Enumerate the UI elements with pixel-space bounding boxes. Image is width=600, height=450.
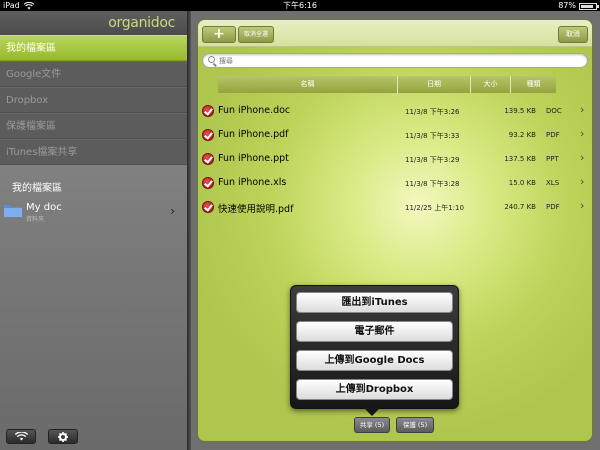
sidebar-item-my-files[interactable]: 我的檔案區 (0, 35, 187, 61)
folder-subtitle: 資料夾 (26, 216, 45, 223)
file-date: 11/3/8 下午3:33 (405, 132, 460, 140)
search-input[interactable] (219, 55, 579, 66)
status-bar: iPad 下午6:16 87% (0, 0, 600, 11)
file-size: 93.2 KB (508, 131, 536, 139)
chevron-right-icon[interactable]: › (580, 103, 584, 116)
status-time: 下午6:16 (283, 1, 317, 10)
table-header: 名稱 日期 大小 種類 (218, 76, 576, 93)
cancel-button[interactable]: 取消 (558, 26, 588, 43)
check-icon[interactable] (202, 177, 214, 189)
file-name: Fun iPhone.doc (218, 105, 291, 116)
file-date: 11/2/25 上午1:10 (405, 204, 464, 212)
sidebar-item-label: 我的檔案區 (6, 43, 56, 54)
file-type: PPT (546, 155, 559, 163)
sidebar: organidoc 我的檔案區 Google文件 Dropbox 保護檔案區 i… (0, 11, 187, 450)
panel-toolbar: + 取消全選 取消 (198, 20, 592, 47)
file-name: Fun iPhone.ppt (218, 153, 289, 164)
column-header-name[interactable]: 名稱 (218, 76, 398, 93)
folder-icon (4, 205, 22, 217)
folder-section-title: 我的檔案區 (12, 183, 62, 194)
chevron-right-icon: › (170, 204, 175, 218)
sidebar-item-label: Google文件 (6, 69, 62, 80)
popover-arrow (364, 408, 380, 416)
deselect-all-button[interactable]: 取消全選 (238, 26, 274, 43)
wifi-share-button[interactable] (6, 429, 36, 444)
table-row[interactable]: Fun iPhone.ppt 11/3/8 下午3:29 137.5 KB PP… (202, 148, 590, 172)
share-popover: 匯出到iTunes 電子郵件 上傳到Google Docs 上傳到Dropbox (290, 285, 459, 409)
check-icon[interactable] (202, 201, 214, 213)
battery-icon (579, 3, 599, 10)
folder-row[interactable]: My doc 資料夾 › (0, 200, 187, 226)
chevron-right-icon[interactable]: › (580, 175, 584, 188)
chevron-right-icon[interactable]: › (580, 127, 584, 140)
file-name: 快速使用說明.pdf (218, 204, 294, 215)
file-type: DOC (546, 107, 562, 115)
file-type: XLS (546, 179, 560, 187)
email-button[interactable]: 電子郵件 (296, 321, 453, 342)
file-name: Fun iPhone.xls (218, 177, 287, 188)
search-icon (208, 56, 215, 63)
sidebar-item-itunes-sharing[interactable]: iTunes檔案共享 (0, 139, 187, 165)
sidebar-header: organidoc (0, 11, 187, 35)
file-type: PDF (546, 131, 560, 139)
battery-percent: 87% (558, 1, 576, 10)
table-row[interactable]: 快速使用說明.pdf 11/2/25 上午1:10 240.7 KB PDF › (202, 196, 590, 220)
share-button[interactable]: 共享 (5) (354, 417, 390, 433)
file-size: 240.7 KB (504, 203, 536, 211)
column-header-size[interactable]: 大小 (471, 76, 511, 93)
table-row[interactable]: Fun iPhone.xls 11/3/8 下午3:28 15.0 KB XLS… (202, 172, 590, 196)
wifi-icon (14, 432, 28, 441)
sidebar-item-dropbox[interactable]: Dropbox (0, 87, 187, 113)
column-header-date[interactable]: 日期 (398, 76, 471, 93)
file-size: 139.5 KB (504, 107, 536, 115)
add-button[interactable]: + (202, 26, 236, 43)
table-row[interactable]: Fun iPhone.doc 11/3/8 下午3:26 139.5 KB DO… (202, 100, 590, 124)
search-bar (202, 53, 588, 68)
sidebar-item-google-docs[interactable]: Google文件 (0, 61, 187, 87)
chevron-right-icon[interactable]: › (580, 199, 584, 212)
file-type: PDF (546, 203, 560, 211)
sidebar-item-label: iTunes檔案共享 (6, 147, 78, 158)
sidebar-item-label: Dropbox (6, 95, 49, 106)
sidebar-item-protected[interactable]: 保護檔案區 (0, 113, 187, 139)
upload-dropbox-button[interactable]: 上傳到Dropbox (296, 379, 453, 400)
folder-name: My doc (26, 202, 62, 213)
sidebar-item-label: 保護檔案區 (6, 121, 56, 132)
file-size: 15.0 KB (508, 179, 536, 187)
export-itunes-button[interactable]: 匯出到iTunes (296, 292, 453, 313)
file-date: 11/3/8 下午3:26 (405, 108, 460, 116)
protect-button[interactable]: 保護 (5) (396, 417, 434, 433)
file-size: 137.5 KB (504, 155, 536, 163)
sidebar-menu: 我的檔案區 Google文件 Dropbox 保護檔案區 iTunes檔案共享 (0, 35, 187, 165)
table-row[interactable]: Fun iPhone.pdf 11/3/8 下午3:33 93.2 KB PDF… (202, 124, 590, 148)
upload-google-docs-button[interactable]: 上傳到Google Docs (296, 350, 453, 371)
settings-button[interactable] (48, 429, 78, 444)
app-logo: organidoc (108, 15, 175, 31)
gear-icon (58, 431, 68, 442)
check-icon[interactable] (202, 105, 214, 117)
file-date: 11/3/8 下午3:29 (405, 156, 460, 164)
check-icon[interactable] (202, 129, 214, 141)
check-icon[interactable] (202, 153, 214, 165)
file-date: 11/3/8 下午3:28 (405, 180, 460, 188)
column-header-type[interactable]: 種類 (511, 76, 556, 93)
chevron-right-icon[interactable]: › (580, 151, 584, 164)
file-name: Fun iPhone.pdf (218, 129, 289, 140)
